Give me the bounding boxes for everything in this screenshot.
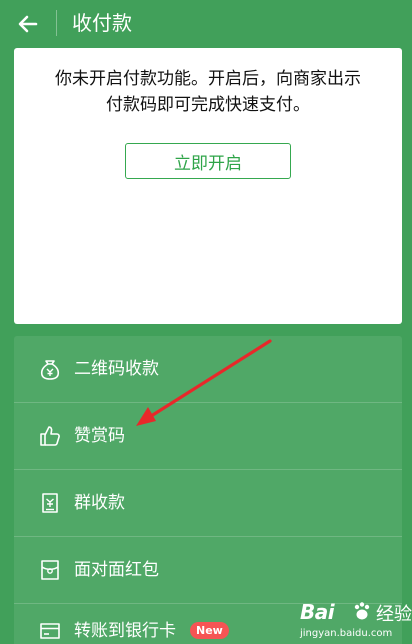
bank-card-icon (40, 623, 60, 639)
page-title: 收付款 (72, 11, 132, 35)
header-divider (56, 10, 57, 36)
menu-item-qr-receive[interactable]: 二维码收款 (14, 336, 402, 402)
group-receipt-icon (42, 493, 58, 513)
baidu-logo-text: Bai (300, 600, 335, 624)
payment-card: 你未开启付款功能。开启后，向商家出示 付款码即可完成快速支付。 立即开启 (14, 48, 402, 324)
paw-icon (354, 602, 370, 620)
jingyan-text: 经验 (376, 604, 412, 625)
watermark-url: jingyan.baidu.com (300, 628, 393, 639)
new-badge: New (190, 622, 229, 639)
menu-item-label: 面对面红包 (74, 560, 159, 580)
payment-disabled-message: 你未开启付款功能。开启后，向商家出示 付款码即可完成快速支付。 (34, 66, 382, 118)
menu-item-face-to-face-red-packet[interactable]: 面对面红包 (14, 537, 402, 603)
message-line-1: 你未开启付款功能。开启后，向商家出示 (55, 69, 361, 89)
menu-item-label: 转账到银行卡 (74, 621, 176, 641)
top-bar: 收付款 (0, 0, 412, 48)
money-bag-icon (40, 360, 60, 380)
menu-item-group-collection[interactable]: 群收款 (14, 470, 402, 536)
baidu-jingyan-watermark: Bai 经验 jingyan.baidu.com (300, 598, 412, 644)
menu-item-appreciation-code[interactable]: 赞赏码 (14, 403, 402, 469)
thumbs-up-icon (40, 426, 60, 446)
back-button[interactable] (12, 8, 44, 40)
arrow-left-icon (18, 15, 38, 33)
enable-now-button[interactable]: 立即开启 (125, 143, 291, 179)
red-packet-icon (41, 560, 59, 580)
menu-item-label: 群收款 (74, 493, 125, 513)
menu-item-label: 赞赏码 (74, 426, 125, 446)
message-line-2: 付款码即可完成快速支付。 (106, 95, 310, 115)
menu-item-label: 二维码收款 (74, 359, 159, 379)
